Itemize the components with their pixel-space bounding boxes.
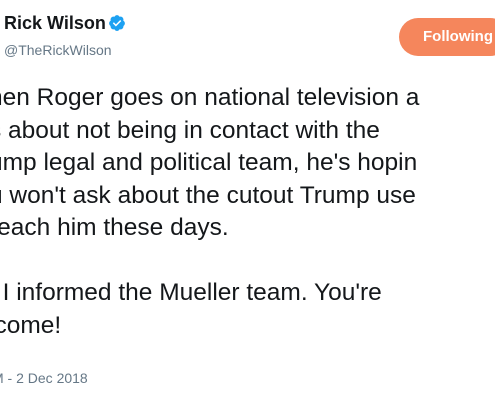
following-button[interactable]: Following bbox=[399, 18, 495, 56]
tweet-timestamp[interactable]: M - 2 Dec 2018 bbox=[0, 369, 88, 387]
tweet-text-line: ump legal and political team, he's hopin bbox=[0, 149, 418, 176]
tweet-text-line: lcome! bbox=[0, 311, 62, 339]
tweet-text-line: hen Roger goes on national television a bbox=[0, 84, 420, 111]
tweet-text-line: , I informed the Mueller team. You're bbox=[0, 279, 382, 306]
tweet-card: Rick Wilson @TheRickWilson Following hen… bbox=[0, 0, 495, 400]
tweet-text-line: s about not being in contact with the bbox=[0, 116, 380, 144]
author-handle[interactable]: @TheRickWilson bbox=[4, 41, 112, 59]
verified-badge-icon bbox=[109, 15, 125, 31]
tweet-text: hen Roger goes on national television a … bbox=[0, 82, 495, 342]
tweet-text-line: reach him these days. bbox=[0, 214, 229, 241]
tweet-text-line: u won't ask about the cutout Trump use bbox=[0, 181, 416, 209]
author-display-name[interactable]: Rick Wilson bbox=[4, 12, 106, 34]
